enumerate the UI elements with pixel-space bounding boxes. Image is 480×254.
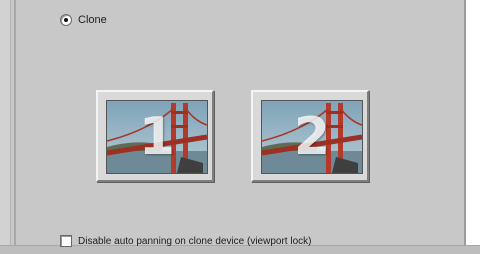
left-divider (14, 0, 16, 254)
radio-selected-dot (64, 18, 68, 22)
display-settings-panel: Clone 1 2 Disable auto panning on clone … (0, 0, 480, 254)
monitor-1-number: 1 (138, 107, 176, 167)
disable-auto-panning-checkbox[interactable] (60, 235, 72, 247)
clone-option[interactable]: Clone (60, 12, 107, 28)
right-frame-edge (466, 0, 480, 254)
monitor-1-screen: 1 (106, 100, 208, 174)
left-frame-edge (0, 0, 11, 254)
clone-radio-button[interactable] (60, 14, 72, 26)
monitor-2-number: 2 (293, 107, 331, 167)
monitor-1[interactable]: 1 (96, 90, 214, 182)
monitor-2-screen: 2 (261, 100, 363, 174)
disable-auto-panning-option[interactable]: Disable auto panning on clone device (vi… (60, 234, 311, 248)
monitor-2[interactable]: 2 (251, 90, 369, 182)
disable-auto-panning-label: Disable auto panning on clone device (vi… (78, 235, 312, 247)
clone-label: Clone (78, 14, 107, 26)
